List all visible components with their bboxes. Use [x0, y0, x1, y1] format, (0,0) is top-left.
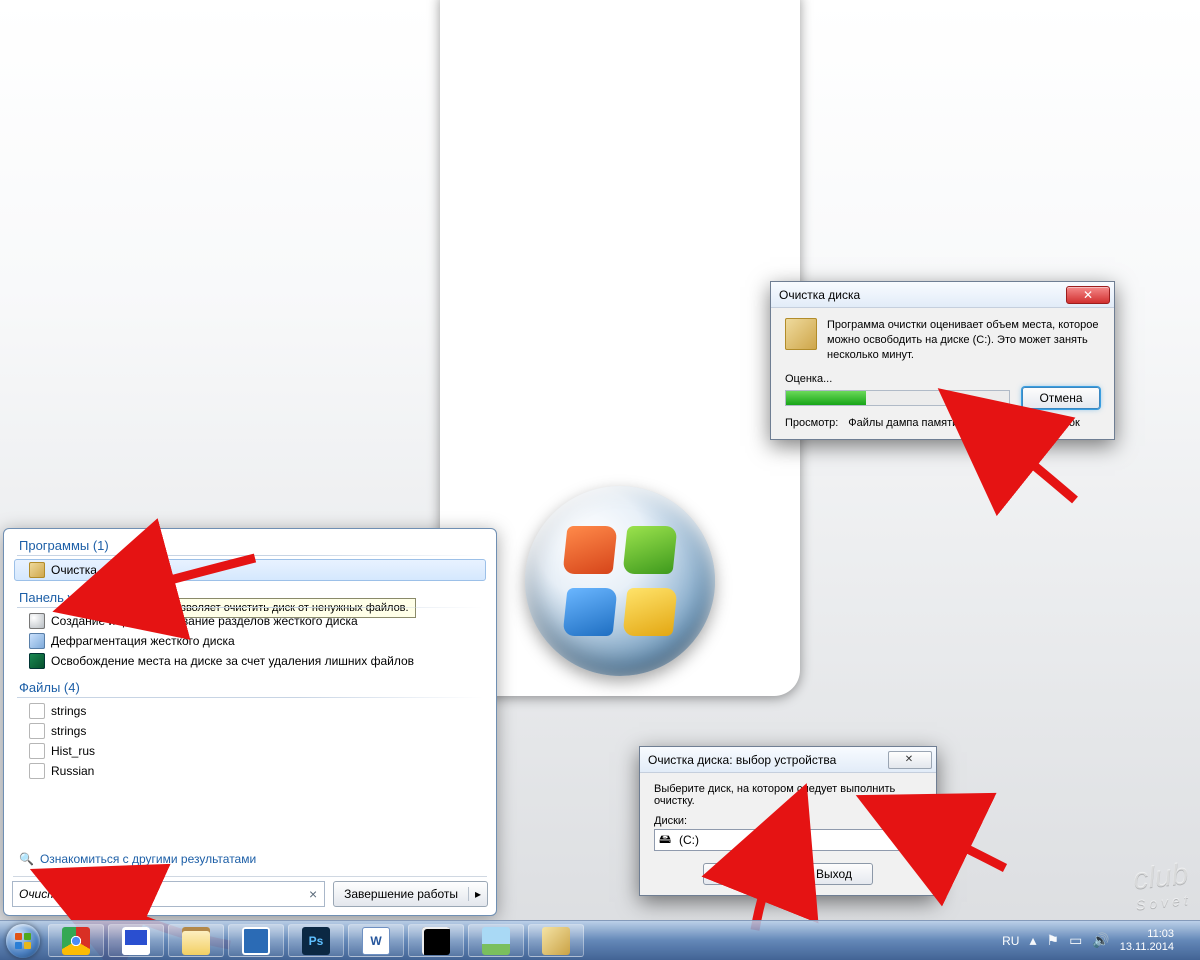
tooltip: Позволяет очистить диск от ненужных файл… [160, 598, 416, 618]
stage-label: Оценка... [785, 373, 1100, 385]
language-indicator[interactable]: RU [1002, 934, 1019, 948]
dialog-message: Выберите диск, на котором следует выполн… [654, 783, 922, 807]
taskbar-app-browsers[interactable] [228, 924, 284, 957]
file-label: strings [51, 724, 86, 738]
dialog-message: Программа очистки оценивает объем места,… [827, 318, 1100, 363]
close-button[interactable]: ✕ [1066, 286, 1110, 304]
action-center-icon[interactable]: ⚑ [1047, 932, 1060, 949]
clear-search-icon[interactable]: × [302, 886, 324, 902]
free-space-icon [29, 653, 45, 669]
view-value: Файлы дампа памяти для системных ошибок [848, 417, 1080, 429]
file-item[interactable]: strings [15, 721, 485, 741]
volume-icon[interactable]: 🔊 [1092, 932, 1109, 949]
document-icon [29, 723, 45, 739]
taskbar: Ps W RU ▴ ⚑ ▭ 🔊 11:03 13.11.2014 [0, 920, 1200, 960]
disk-icon [29, 613, 45, 629]
file-item[interactable]: Hist_rus [15, 741, 485, 761]
close-button[interactable]: ✕ [888, 751, 932, 769]
result-disk-cleanup[interactable]: Очистка диска [14, 559, 486, 581]
defrag-icon [29, 633, 45, 649]
cancel-button[interactable]: Отмена [1022, 387, 1100, 409]
shutdown-button[interactable]: Завершение работы ▸ [333, 881, 488, 907]
document-icon [29, 763, 45, 779]
word-icon: W [362, 927, 390, 955]
disk-cleanup-progress-dialog: Очистка диска ✕ Программа очистки оценив… [770, 281, 1115, 440]
cp-item-label: Освобождение места на диске за счет удал… [51, 654, 414, 668]
photoshop-icon: Ps [302, 927, 330, 955]
save-icon [122, 927, 150, 955]
clock-time: 11:03 [1120, 928, 1174, 941]
taskbar-app-save[interactable] [108, 924, 164, 957]
windows-icon [242, 927, 270, 955]
dialog-title: Очистка диска [779, 288, 860, 302]
taskbar-app-word[interactable]: W [348, 924, 404, 957]
start-search-box[interactable]: × [12, 881, 325, 907]
exit-button[interactable]: Выход [795, 863, 873, 885]
image-icon [482, 927, 510, 955]
dialog-title: Очистка диска: выбор устройства [648, 753, 836, 767]
document-icon [29, 703, 45, 719]
watermark: clubSovet [1132, 857, 1193, 913]
system-tray: RU ▴ ⚑ ▭ 🔊 11:03 13.11.2014 [1002, 921, 1200, 960]
taskbar-app-cmd[interactable] [408, 924, 464, 957]
search-input[interactable] [13, 887, 302, 901]
chrome-icon [62, 927, 90, 955]
start-menu-search-panel: Программы (1) Очистка диска Позволяет оч… [3, 528, 497, 916]
disk-selected-value: (C:) [675, 833, 903, 847]
chevron-right-icon[interactable]: ▸ [469, 887, 487, 901]
result-label: Очистка диска [51, 563, 132, 577]
taskbar-app-chrome[interactable] [48, 924, 104, 957]
group-programs-header: Программы (1) [9, 535, 491, 556]
file-item[interactable]: strings [15, 701, 485, 721]
taskbar-app-photoshop[interactable]: Ps [288, 924, 344, 957]
search-icon: 🔍 [19, 852, 34, 866]
tray-expand-icon[interactable]: ▴ [1029, 932, 1036, 949]
cp-item-label: Дефрагментация жесткого диска [51, 634, 235, 648]
disk-cleanup-select-dialog: Очистка диска: выбор устройства ✕ Выбери… [639, 746, 937, 896]
start-button[interactable] [0, 921, 46, 960]
file-label: strings [51, 704, 86, 718]
file-item[interactable]: Russian [15, 761, 485, 781]
shutdown-label: Завершение работы [334, 887, 469, 901]
file-label: Hist_rus [51, 744, 95, 758]
disk-select[interactable]: 🖴 (C:) ▾ [654, 829, 922, 851]
windows-orb [525, 486, 715, 676]
cleanup-icon [785, 318, 817, 350]
chevron-down-icon: ▾ [903, 833, 921, 847]
clock-date: 13.11.2014 [1120, 941, 1174, 954]
folder-icon [182, 927, 210, 955]
taskbar-app-explorer[interactable] [168, 924, 224, 957]
cp-item-free-space[interactable]: Освобождение места на диске за счет удал… [15, 651, 485, 671]
progress-bar [785, 390, 1010, 406]
battery-icon[interactable]: ▭ [1069, 932, 1082, 949]
file-label: Russian [51, 764, 94, 778]
tray-clock[interactable]: 11:03 13.11.2014 [1120, 928, 1174, 953]
cleanup-icon [29, 562, 45, 578]
disks-label: Диски: [654, 815, 922, 827]
view-label: Просмотр: [785, 417, 838, 429]
document-icon [29, 743, 45, 759]
ok-button[interactable]: ОК [703, 863, 781, 885]
drive-icon: 🖴 [655, 830, 675, 851]
more-results-link[interactable]: 🔍 Ознакомиться с другими результатами [9, 846, 491, 876]
group-files-header: Файлы (4) [9, 677, 491, 698]
taskbar-app-cleanup[interactable] [528, 924, 584, 957]
cleanup-icon [542, 927, 570, 955]
taskbar-app-photos[interactable] [468, 924, 524, 957]
more-results-label: Ознакомиться с другими результатами [40, 852, 256, 866]
cp-item-defrag[interactable]: Дефрагментация жесткого диска [15, 631, 485, 651]
cmd-icon [422, 927, 450, 955]
